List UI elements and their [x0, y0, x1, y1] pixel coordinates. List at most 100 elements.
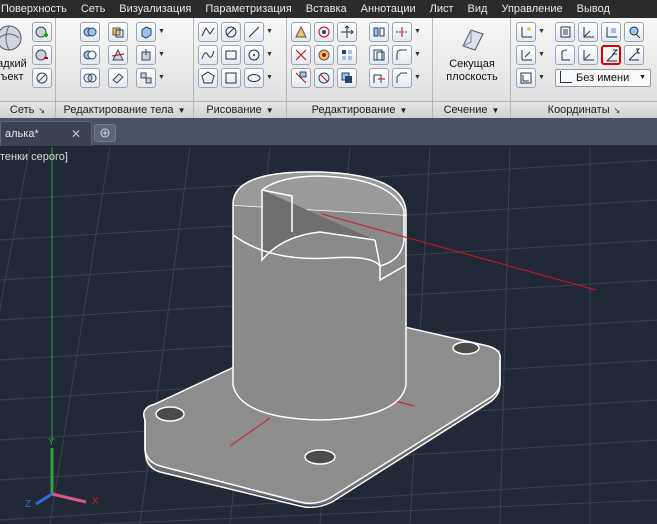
fillet-icon [396, 49, 407, 60]
mesh-smooth-less-button[interactable] [32, 45, 52, 65]
line-dropdown[interactable]: ▼ [265, 22, 274, 42]
intersect-icon [83, 73, 97, 83]
ucs-view-button[interactable] [624, 22, 644, 42]
union-button[interactable] [80, 22, 100, 42]
named-ucs-combo[interactable]: Без имени ▼ [555, 69, 651, 87]
tab-layout[interactable]: Лист [423, 0, 461, 18]
ucs-face-button[interactable] [516, 45, 536, 65]
mesh-smooth-more-button[interactable] [32, 22, 52, 42]
new-tab-icon [100, 128, 110, 138]
extract-edges-dropdown[interactable]: ▼ [157, 22, 166, 42]
tab-surface[interactable]: Поверхность [0, 0, 74, 18]
visual-style-label[interactable]: тенки серого] [0, 151, 68, 163]
ribbon-tab-bar: Поверхность Сеть Визуализация Параметриз… [0, 0, 657, 18]
tab-view[interactable]: Вид [461, 0, 495, 18]
tab-annotate[interactable]: Аннотации [354, 0, 423, 18]
chamfer-icon [396, 72, 407, 83]
extrude-faces-button[interactable] [136, 45, 156, 65]
separate-dropdown[interactable]: ▼ [157, 68, 166, 88]
chamfer-button[interactable] [392, 68, 412, 88]
ucs-icon-props-icon [520, 72, 532, 84]
circle-button[interactable] [244, 45, 264, 65]
trim-dropdown[interactable]: ▼ [413, 22, 422, 42]
section-plane-button[interactable]: Секущая плоскость [439, 24, 505, 88]
trim-button[interactable] [392, 22, 412, 42]
new-tab-button[interactable] [94, 124, 116, 142]
ucs-previous-icon [561, 49, 570, 61]
fillet-button[interactable] [392, 45, 412, 65]
ucs-face-icon [521, 50, 532, 61]
panel-title-section[interactable]: Сечение ▼ [433, 101, 510, 118]
ellipse-dropdown[interactable]: ▼ [265, 68, 274, 88]
ucs-named-button[interactable] [555, 22, 575, 42]
trim-icon [396, 27, 408, 37]
thicken-icon [112, 73, 124, 84]
hatch-icon [225, 26, 237, 38]
ucs-previous-button[interactable] [555, 45, 575, 65]
rectangle-button[interactable] [221, 45, 241, 65]
tab-visualize[interactable]: Визуализация [112, 0, 198, 18]
ucs-icon-props-dropdown[interactable]: ▼ [537, 68, 546, 88]
3d-move-button[interactable] [291, 22, 311, 42]
refine-mesh-button[interactable] [32, 68, 52, 88]
ucs-dropdown[interactable]: ▼ [537, 22, 546, 42]
panel-title-modify[interactable]: Редактирование ▼ [287, 101, 432, 118]
intersect-button[interactable] [80, 68, 100, 88]
3d-mirror-button[interactable] [369, 22, 389, 42]
smooth-object-button[interactable]: адкий ъект [0, 24, 30, 90]
ucs-x-button[interactable] [578, 45, 598, 65]
3d-rotate-button[interactable] [314, 22, 334, 42]
panel-title-draw[interactable]: Рисование ▼ [194, 101, 286, 118]
fillet-dropdown[interactable]: ▼ [413, 45, 422, 65]
spline-button[interactable] [198, 45, 218, 65]
scale-button[interactable] [291, 45, 311, 65]
subtract-button[interactable] [80, 45, 100, 65]
ucs-z-axis-button[interactable] [601, 45, 621, 65]
circle-dropdown[interactable]: ▼ [265, 45, 274, 65]
3d-scale-icon [318, 49, 330, 61]
array-icon [342, 50, 352, 60]
tab-output[interactable]: Вывод [570, 0, 617, 18]
ellipse-button[interactable] [244, 68, 264, 88]
separate-button[interactable] [136, 68, 156, 88]
3d-model-scene[interactable]: Y X Z [0, 147, 657, 524]
ucs-3point-button[interactable] [624, 45, 644, 65]
polyline-button[interactable] [198, 22, 218, 42]
drawing-viewport[interactable]: Y X Z тенки серого] [0, 147, 657, 524]
thicken-button[interactable] [108, 68, 128, 88]
offset-button[interactable] [369, 45, 389, 65]
panel-title-coordinates[interactable]: Координаты ↘ [511, 101, 657, 118]
tab-manage[interactable]: Управление [494, 0, 569, 18]
close-icon[interactable]: ✕ [71, 122, 81, 146]
circle-sketch-button[interactable] [221, 22, 241, 42]
line-button[interactable] [244, 22, 264, 42]
ucs-world-button[interactable] [578, 22, 598, 42]
tab-insert[interactable]: Вставка [299, 0, 354, 18]
chamfer-dropdown[interactable]: ▼ [413, 68, 422, 88]
copy-button[interactable] [337, 68, 357, 88]
slice-button[interactable] [108, 45, 128, 65]
move-button[interactable] [337, 22, 357, 42]
interfere-button[interactable] [108, 22, 128, 42]
extract-edges-button[interactable] [136, 22, 156, 42]
ucs-icon-props-button[interactable] [516, 68, 536, 88]
document-tab[interactable]: алька* ✕ [0, 121, 92, 146]
panel-title-solid-editing[interactable]: Редактирование тела ▼ [56, 101, 193, 118]
tab-mesh[interactable]: Сеть [74, 0, 112, 18]
3d-scale-button[interactable] [314, 45, 334, 65]
panel-title-mesh[interactable]: Сеть ↘ [0, 101, 55, 118]
spline-icon [201, 50, 215, 60]
extrude-faces-dropdown[interactable]: ▼ [157, 45, 166, 65]
rectangle-2-button[interactable] [221, 68, 241, 88]
ucs-button[interactable] [516, 22, 536, 42]
align-button[interactable] [291, 68, 311, 88]
stretch-button[interactable] [369, 68, 389, 88]
ucs-face-dropdown[interactable]: ▼ [537, 45, 546, 65]
ucs-object-button[interactable] [601, 22, 621, 42]
3d-align-button[interactable] [314, 68, 334, 88]
tab-parametric[interactable]: Параметризация [198, 0, 298, 18]
polygon-button[interactable] [198, 68, 218, 88]
3d-array-button[interactable] [337, 45, 357, 65]
extrude-face-icon [141, 49, 151, 61]
slice-icon [111, 48, 125, 61]
